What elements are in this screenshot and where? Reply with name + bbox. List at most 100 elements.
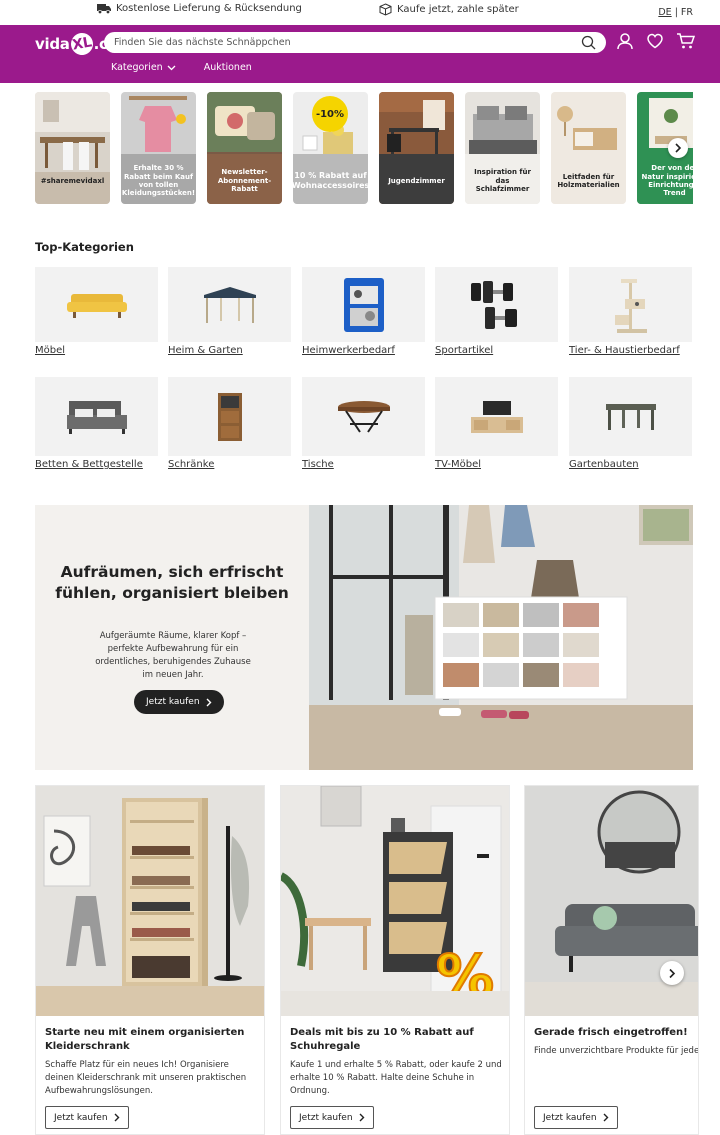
box-icon <box>379 3 392 16</box>
category-tile[interactable]: TV-Möbel <box>435 377 558 470</box>
category-label[interactable]: Betten & Bettgestelle <box>35 459 158 470</box>
banner-shop-label: Jetzt kaufen <box>146 697 200 707</box>
category-image <box>569 267 692 342</box>
story-tile[interactable]: Erhalte 30 % Rabatt beim Kauf von tollen… <box>121 92 196 204</box>
nav-auktionen[interactable]: Auktionen <box>204 62 252 73</box>
category-tile[interactable]: Sportartikel <box>435 267 558 356</box>
promo-card[interactable]: Starte neu mit einem organisierten Kleid… <box>35 785 265 1135</box>
category-image <box>168 377 291 456</box>
category-label[interactable]: Gartenbauten <box>569 459 692 470</box>
chevron-right-icon <box>114 1113 120 1122</box>
search-input[interactable] <box>114 32 574 53</box>
story-caption: Leitfaden für Holzmaterialien <box>557 172 620 189</box>
category-tile[interactable]: Betten & Bettgestelle <box>35 377 158 470</box>
nav-kategorien[interactable]: Kategorien <box>111 62 176 73</box>
banner-text-area: Aufräumen, sich erfrischt fühlen, organi… <box>35 505 309 770</box>
story-tile[interactable]: Jugendzimmer <box>379 92 454 204</box>
dumbbell-icon <box>470 280 517 329</box>
story-caption: Newsletter-Abonnement-Rabatt <box>217 168 272 194</box>
category-label[interactable]: Schränke <box>168 459 291 470</box>
search-bar <box>104 32 606 53</box>
category-tile[interactable]: Tier- & Haustierbedarf <box>569 267 692 356</box>
promo-pay-later-text: Kaufe jetzt, zahle später <box>397 4 519 15</box>
category-label[interactable]: TV-Möbel <box>435 459 558 470</box>
sofa-icon <box>66 293 127 318</box>
search-icon[interactable] <box>581 35 596 50</box>
chevron-right-icon <box>675 143 682 153</box>
card-body: Kaufe 1 und erhalte 5 % Rabatt, oder kau… <box>290 1060 502 1096</box>
chevron-down-icon <box>167 65 176 70</box>
card-shop-button[interactable]: Jetzt kaufen <box>534 1106 618 1129</box>
wardrobe-image <box>36 786 264 1016</box>
promo-card[interactable]: % Deals mit bis zu 10 % Rabatt auf Schuh… <box>280 785 510 1135</box>
promo-bar: Kostenlose Lieferung & Rücksendung Kaufe… <box>0 0 720 25</box>
category-tile[interactable]: Möbel <box>35 267 158 356</box>
story-caption: Erhalte 30 % Rabatt beim Kauf von tollen… <box>121 164 196 198</box>
top-categories-title: Top-Kategorien <box>35 240 134 254</box>
category-label[interactable]: Möbel <box>35 345 158 356</box>
cart-icon[interactable] <box>676 32 696 50</box>
category-image <box>435 267 558 342</box>
story-tile[interactable]: Inspiration für das Schlafzimmer <box>465 92 540 204</box>
gazebo-icon <box>203 286 256 323</box>
story-caption: 10 % Rabatt auf Wohnaccessoires <box>293 171 368 190</box>
chevron-right-icon <box>603 1113 609 1122</box>
cards-next-button[interactable] <box>660 961 684 985</box>
category-image <box>569 377 692 456</box>
promo-shipping: Kostenlose Lieferung & Rücksendung <box>97 3 302 14</box>
category-image <box>302 377 425 456</box>
lang-separator: | <box>674 7 678 18</box>
card-shop-label: Jetzt kaufen <box>54 1112 108 1123</box>
promo-pay-later: Kaufe jetzt, zahle später <box>379 3 519 16</box>
cat-tree-icon <box>614 278 647 333</box>
user-icon[interactable] <box>616 32 634 50</box>
category-label[interactable]: Heimwerkerbedarf <box>302 345 425 356</box>
banner-shop-button[interactable]: Jetzt kaufen <box>134 690 224 714</box>
promo-shipping-text: Kostenlose Lieferung & Rücksendung <box>116 3 302 14</box>
card-body: Finde unverzichtbare Produkte für jede <box>534 1046 699 1056</box>
story-tile[interactable]: Newsletter-Abonnement-Rabatt <box>207 92 282 204</box>
card-title: Deals mit bis zu 10 % Rabatt auf Schuhre… <box>290 1027 474 1052</box>
logo-text-2: XL <box>68 31 95 57</box>
category-tile[interactable]: Heimwerkerbedarf <box>302 267 425 356</box>
category-image <box>35 267 158 342</box>
story-next-button[interactable] <box>668 138 688 158</box>
table-icon <box>337 400 390 433</box>
banner-body: Aufgeräumte Räume, klarer Kopf – perfekt… <box>95 631 251 680</box>
story-tile[interactable]: Leitfaden für Holzmaterialien <box>551 92 626 204</box>
card-shop-button[interactable]: Jetzt kaufen <box>290 1106 374 1129</box>
logo-text-1: vida <box>35 35 70 53</box>
category-label[interactable]: Heim & Garten <box>168 345 291 356</box>
lang-de[interactable]: DE <box>658 7 671 18</box>
category-tile[interactable]: Tische <box>302 377 425 470</box>
category-tile[interactable]: Schränke <box>168 377 291 470</box>
chevron-right-icon <box>206 698 212 706</box>
promo-card[interactable]: Gerade frisch eingetroffen! Finde unverz… <box>524 785 699 1135</box>
discount-badge: -10% <box>312 96 348 132</box>
story-tile[interactable]: #sharemevidaxl <box>35 92 110 204</box>
card-shop-button[interactable]: Jetzt kaufen <box>45 1106 129 1129</box>
main-nav: Kategorien Auktionen <box>111 62 252 73</box>
category-tile[interactable]: Gartenbauten <box>569 377 692 470</box>
heart-icon[interactable] <box>646 32 664 50</box>
toolcase-icon <box>343 277 384 332</box>
story-caption: Der von der Natur inspirierte Einrichtun… <box>641 164 693 198</box>
bed-icon <box>66 400 127 434</box>
story-caption: Jugendzimmer <box>388 176 445 185</box>
card-shop-label: Jetzt kaufen <box>543 1112 597 1123</box>
category-label[interactable]: Tier- & Haustierbedarf <box>569 345 692 356</box>
shoe-rack-banner-image <box>309 505 693 770</box>
category-label[interactable]: Tische <box>302 459 425 470</box>
category-label[interactable]: Sportartikel <box>435 345 558 356</box>
card-body: Schaffe Platz für ein neues Ich! Organis… <box>45 1060 247 1096</box>
story-tile[interactable]: -10% 10 % Rabatt auf Wohnaccessoires <box>293 92 368 204</box>
pergola-icon <box>605 403 656 430</box>
truck-icon <box>97 4 111 14</box>
category-image <box>35 377 158 456</box>
chevron-right-icon <box>669 968 676 978</box>
lang-fr[interactable]: FR <box>681 7 693 18</box>
card-title: Starte neu mit einem organisierten Kleid… <box>45 1027 245 1052</box>
story-carousel: #sharemevidaxl Erhalte 30 % Rabatt beim … <box>35 92 693 204</box>
category-image <box>435 377 558 456</box>
category-tile[interactable]: Heim & Garten <box>168 267 291 356</box>
